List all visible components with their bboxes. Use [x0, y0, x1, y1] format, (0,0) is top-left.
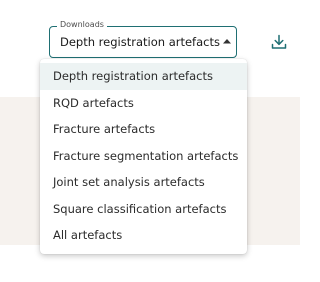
caret-up-icon: [223, 39, 231, 44]
option-square-classification-artefacts[interactable]: Square classification artefacts: [40, 196, 247, 223]
downloads-legend: Downloads: [57, 19, 107, 30]
downloads-select[interactable]: Depth registration artefacts: [49, 26, 237, 58]
option-all-artefacts[interactable]: All artefacts: [40, 222, 247, 249]
option-rqd-artefacts[interactable]: RQD artefacts: [40, 90, 247, 117]
option-fracture-artefacts[interactable]: Fracture artefacts: [40, 116, 247, 143]
option-joint-set-analysis-artefacts[interactable]: Joint set analysis artefacts: [40, 169, 247, 196]
download-button[interactable]: [266, 29, 292, 55]
download-icon: [271, 34, 287, 49]
option-fracture-segmentation-artefacts[interactable]: Fracture segmentation artefacts: [40, 143, 247, 170]
downloads-select-value: Depth registration artefacts: [60, 35, 220, 49]
option-depth-registration-artefacts[interactable]: Depth registration artefacts: [40, 63, 247, 90]
downloads-options-menu: Depth registration artefacts RQD artefac…: [40, 59, 247, 254]
